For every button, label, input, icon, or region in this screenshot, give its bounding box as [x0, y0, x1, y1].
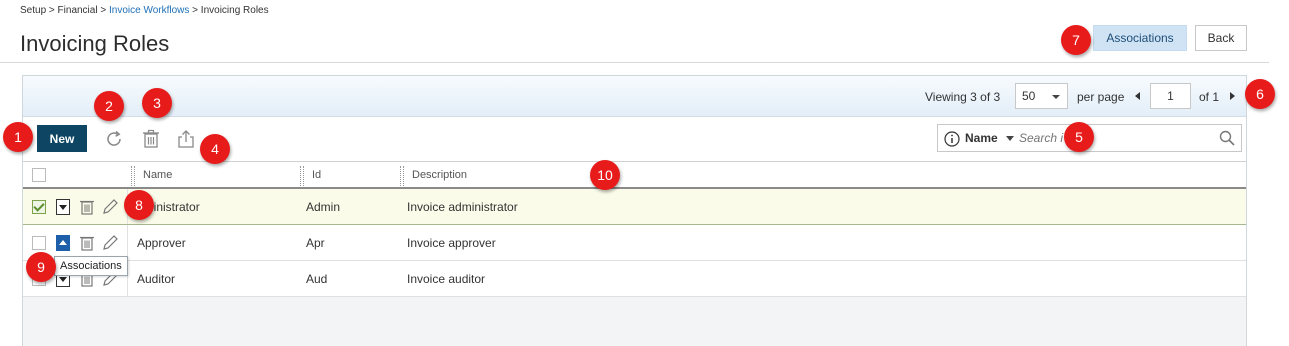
annotation-marker: 9 [26, 252, 56, 282]
next-page-icon[interactable] [1230, 92, 1235, 100]
annotation-marker: 3 [142, 88, 172, 118]
row-description: Invoice administrator [407, 200, 518, 214]
row-expand-button[interactable] [56, 199, 70, 215]
breadcrumb: Setup > Financial > Invoice Workflows > … [20, 5, 269, 16]
viewing-label: Viewing [925, 90, 967, 104]
export-icon[interactable] [175, 128, 197, 150]
breadcrumb-current: Invoicing Roles [200, 5, 269, 16]
table-row[interactable]: Approver Apr Invoice approver [23, 225, 1246, 261]
table-row[interactable]: Auditor Aud Invoice auditor [23, 261, 1246, 297]
annotation-marker: 8 [124, 190, 154, 220]
select-all-checkbox[interactable] [32, 168, 46, 182]
breadcrumb-separator: > [100, 5, 107, 16]
roles-panel: Viewing 3 of 3 50 per page 1 of 1 New Na… [22, 75, 1247, 346]
page-total: of 1 [1199, 90, 1220, 104]
breadcrumb-invoice-workflows[interactable]: Invoice Workflows [109, 5, 189, 16]
search-icon[interactable] [1218, 129, 1236, 147]
row-checkbox[interactable] [32, 200, 46, 214]
row-checkbox[interactable] [32, 236, 46, 250]
row-description: Invoice approver [407, 236, 496, 250]
chevron-down-icon [1052, 95, 1060, 99]
chevron-down-icon[interactable] [1006, 136, 1014, 141]
edit-pencil-icon[interactable] [101, 234, 119, 252]
pagination-bar: Viewing 3 of 3 50 per page 1 of 1 [23, 76, 1246, 117]
back-button[interactable]: Back [1195, 25, 1247, 51]
row-name: Approver [137, 236, 186, 250]
annotation-marker: 7 [1061, 25, 1091, 55]
breadcrumb-separator: > [48, 5, 55, 16]
associations-button[interactable]: Associations [1093, 25, 1187, 51]
viewing-value: 3 of 3 [970, 90, 1001, 104]
row-description: Invoice auditor [407, 272, 486, 286]
per-page-select[interactable]: 50 [1015, 83, 1068, 109]
row-collapse-button[interactable] [56, 235, 70, 251]
column-header-id[interactable]: Id [312, 169, 321, 181]
roles-table: Name Id Description dministrator Admin I… [23, 161, 1246, 297]
breadcrumb-setup[interactable]: Setup [20, 5, 46, 16]
column-resize-handle[interactable] [400, 166, 404, 186]
per-page-label: per page [1077, 90, 1125, 104]
previous-page-icon[interactable] [1135, 92, 1140, 100]
column-resize-handle[interactable] [300, 166, 304, 186]
trash-icon[interactable] [79, 234, 95, 252]
column-divider [127, 225, 128, 260]
viewing-count: Viewing 3 of 3 [925, 90, 1000, 104]
table-row[interactable]: dministrator Admin Invoice administrator [23, 189, 1246, 225]
annotation-marker: 2 [94, 91, 124, 121]
refresh-icon[interactable] [103, 128, 125, 150]
search-field-selector[interactable]: Name [965, 131, 998, 145]
annotation-marker: 5 [1064, 122, 1094, 152]
table-header: Name Id Description [23, 161, 1246, 189]
annotation-marker: 6 [1245, 79, 1275, 109]
trash-icon[interactable] [140, 128, 162, 150]
annotation-marker: 1 [3, 122, 33, 152]
row-id: Aud [306, 272, 328, 286]
column-header-description[interactable]: Description [412, 169, 467, 181]
row-id: Apr [306, 236, 325, 250]
row-name: Auditor [137, 272, 176, 286]
trash-icon[interactable] [79, 198, 95, 216]
info-icon[interactable] [944, 131, 960, 147]
associations-tooltip: Associations [54, 256, 128, 276]
column-header-name[interactable]: Name [143, 169, 172, 181]
edit-pencil-icon[interactable] [101, 198, 119, 216]
row-id: Admin [306, 200, 341, 214]
annotation-marker: 4 [200, 134, 230, 164]
new-button[interactable]: New [37, 125, 87, 152]
breadcrumb-separator: > [192, 5, 199, 16]
breadcrumb-financial[interactable]: Financial [58, 5, 98, 16]
annotation-marker: 10 [590, 160, 620, 190]
per-page-value: 50 [1022, 89, 1036, 103]
title-divider [0, 62, 1269, 63]
search-input[interactable] [1019, 129, 1199, 147]
page-number-input[interactable]: 1 [1150, 83, 1191, 109]
page-title: Invoicing Roles [20, 31, 170, 56]
column-resize-handle[interactable] [131, 166, 135, 186]
